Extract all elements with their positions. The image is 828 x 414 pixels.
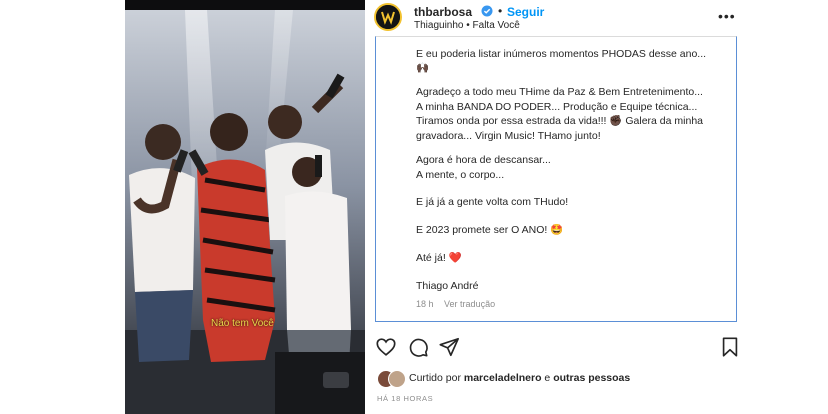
more-options-button[interactable]: ••• (718, 8, 736, 24)
caption-line: E 2023 promete ser O ANO! 🤩 (416, 224, 564, 236)
caption-line: Agradeço a todo meu THime da Paz & Bem E… (416, 86, 703, 98)
liked-by-prefix: Curtido por (409, 372, 461, 384)
liked-by-text: Curtido por marceladelnero e outras pess… (409, 372, 630, 384)
caption-box: E eu poderia listar inúmeros momentos PH… (375, 36, 737, 322)
bookmark-icon[interactable] (719, 336, 741, 358)
post-panel: thbarbosa • Seguir Thiaguinho • Falta Vo… (365, 0, 755, 414)
caption-line: E eu poderia listar inúmeros momentos PH… (416, 48, 707, 60)
header-separator: • (498, 4, 503, 18)
post-photo[interactable]: Não tem Você (125, 0, 365, 414)
heart-icon[interactable] (375, 336, 397, 358)
post-timestamp[interactable]: HÁ 18 HORAS (377, 394, 433, 403)
share-icon[interactable] (438, 336, 460, 358)
liked-by-conj: e (544, 372, 551, 384)
avatar[interactable] (374, 3, 402, 31)
caption-line: 🙌🏿 (416, 62, 430, 74)
action-bar (365, 336, 755, 360)
post-header: thbarbosa • Seguir Thiaguinho • Falta Vo… (365, 0, 755, 36)
comment-icon[interactable] (407, 336, 429, 358)
caption-line: E já já a gente volta com THudo! (416, 196, 569, 208)
caption-line: A minha BANDA DO PODER... Produção e Equ… (416, 100, 698, 113)
caption-line: A mente, o corpo... (416, 168, 505, 181)
audio-track-link[interactable]: Thiaguinho • Falta Você (414, 20, 520, 31)
liked-by-user[interactable]: marceladelnero (464, 372, 542, 384)
caption-signature: Thiago André (416, 280, 479, 292)
caption-age: 18 h (416, 299, 434, 309)
username[interactable]: thbarbosa (414, 5, 472, 19)
verified-badge-icon (481, 5, 493, 17)
see-translation-link[interactable]: Ver tradução (444, 299, 495, 309)
caption-line: gravadora... Virgin Music! THamo junto! (416, 129, 601, 142)
concert-photo-image (125, 0, 365, 414)
avatar-logo-icon (376, 5, 400, 29)
caption-line: Agora é hora de descansar... (416, 154, 551, 166)
caption-meta: 18 h Ver tradução (416, 299, 503, 309)
caption-line: Tiramos onda por essa estrada da vida!!!… (416, 115, 703, 127)
liker-avatar (388, 370, 406, 388)
caption-line: Até já! ❤️ (416, 252, 462, 264)
follow-button[interactable]: Seguir (507, 5, 544, 19)
video-subtitle: Não tem Você (211, 318, 274, 329)
liked-by-others[interactable]: outras pessoas (553, 372, 630, 384)
